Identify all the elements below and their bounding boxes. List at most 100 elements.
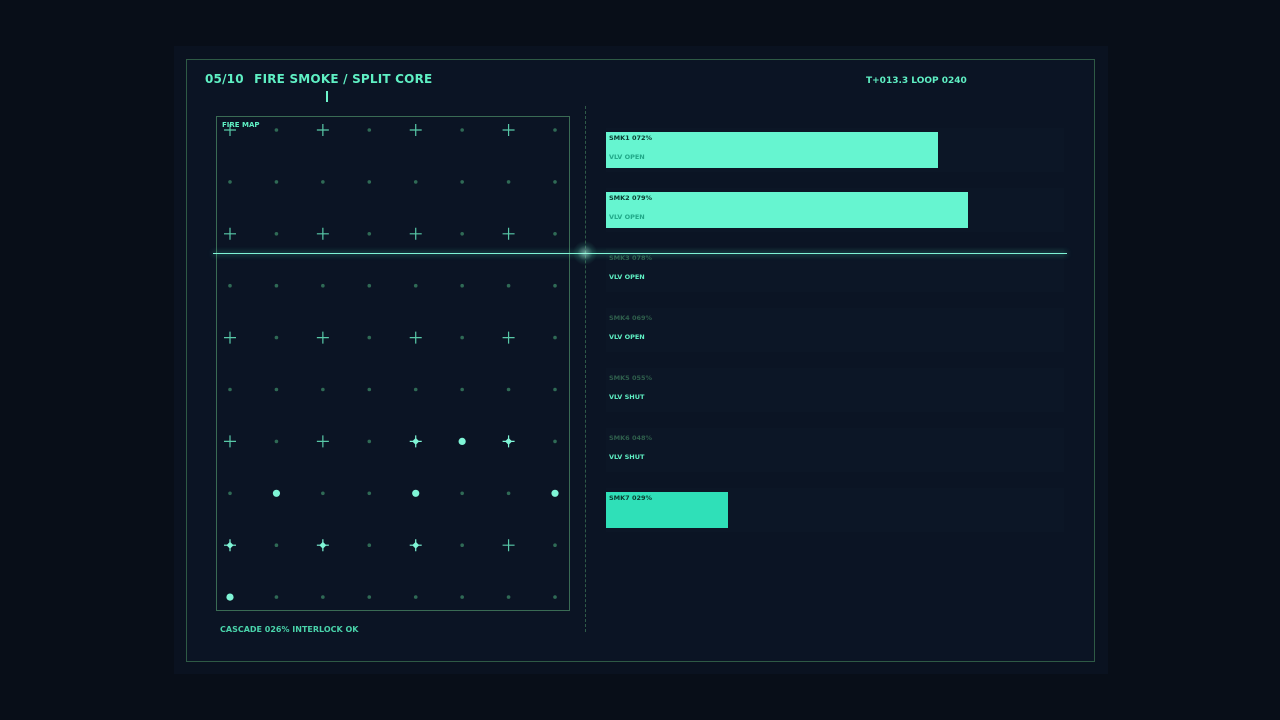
- map-cell-plus: [224, 435, 236, 448]
- map-cell-dot: [321, 491, 325, 496]
- map-cell-dot: [553, 283, 557, 288]
- map-cell-big: [458, 437, 466, 445]
- map-cell-dot: [228, 491, 232, 496]
- map-cell-dot: [413, 180, 418, 184]
- map-cell-star: [502, 435, 515, 448]
- map-cell-dot: [228, 387, 232, 392]
- valve-status: VLV SHUT: [609, 393, 645, 401]
- map-cell-dot: [274, 128, 279, 132]
- map-cell-plus: [502, 331, 515, 344]
- map-cell-dot: [553, 232, 557, 236]
- map-cell-dot: [274, 335, 279, 340]
- map-cell-dot: [274, 543, 279, 547]
- map-cell-plus: [409, 227, 422, 240]
- map-cell-dot: [274, 283, 279, 288]
- smoke-bar-track: [606, 368, 1064, 412]
- map-cell-dot: [413, 595, 418, 599]
- map-cell-plus: [409, 331, 422, 344]
- valve-status: VLV SHUT: [609, 453, 645, 461]
- smoke-channel-label: SMK4 069%: [609, 314, 653, 322]
- map-cell-dot: [460, 283, 464, 288]
- scan-line: [213, 252, 1067, 254]
- map-cell-dot: [228, 180, 232, 184]
- smoke-channel-label: SMK7 029%: [609, 494, 653, 502]
- map-cell-big: [226, 593, 234, 601]
- map-cell-dot: [553, 387, 557, 392]
- smoke-bar-track: [606, 248, 1064, 292]
- map-cell-dot: [413, 283, 418, 288]
- smoke-channel-label: SMK1 072%: [609, 134, 653, 142]
- map-cell-dot: [367, 128, 372, 132]
- map-cell-dot: [553, 543, 557, 547]
- map-cell-plus: [316, 227, 329, 240]
- map-cell-dot: [506, 491, 511, 496]
- map-cell-dot: [274, 595, 279, 599]
- smoke-bar-fill: [606, 132, 939, 168]
- map-cell-dot: [460, 232, 464, 236]
- map-cell-dot: [413, 387, 418, 392]
- map-cell-dot: [460, 180, 464, 184]
- map-cell-dot: [367, 491, 372, 496]
- map-cell-plus: [316, 331, 329, 344]
- smoke-channel-label: SMK5 055%: [609, 374, 653, 382]
- fire-map-grid: [224, 124, 559, 601]
- map-cell-dot: [460, 543, 464, 547]
- map-cell-dot: [553, 180, 557, 184]
- map-cell-dot: [460, 595, 464, 599]
- map-cell-plus: [502, 227, 515, 240]
- smoke-bar-track: [606, 308, 1064, 352]
- map-cell-dot: [460, 128, 464, 132]
- valve-status: VLV OPEN: [609, 273, 645, 281]
- map-cell-big: [551, 489, 559, 497]
- map-cell-dot: [321, 283, 325, 288]
- map-cell-dot: [553, 439, 557, 444]
- map-cell-dot: [460, 491, 464, 496]
- map-cell-plus: [502, 539, 515, 552]
- map-cell-dot: [506, 595, 511, 599]
- map-cell-plus: [409, 124, 422, 136]
- map-cell-dot: [506, 283, 511, 288]
- map-cell-star: [409, 539, 422, 552]
- smoke-bar-track: [606, 428, 1064, 472]
- map-cell-star: [316, 539, 329, 552]
- map-cell-plus: [502, 124, 515, 136]
- map-cell-dot: [321, 180, 325, 184]
- map-cell-dot: [274, 439, 279, 444]
- map-cell-dot: [367, 335, 372, 340]
- map-cell-star: [224, 539, 236, 552]
- map-cell-big: [272, 489, 281, 497]
- map-cell-dot: [228, 283, 232, 288]
- map-cell-big: [412, 489, 420, 497]
- valve-status: VLV OPEN: [609, 153, 645, 161]
- map-cell-plus: [316, 124, 329, 136]
- map-cell-dot: [321, 387, 325, 392]
- map-cell-dot: [274, 387, 279, 392]
- valve-status: VLV OPEN: [609, 333, 645, 341]
- map-cell-plus: [316, 435, 329, 448]
- valve-status: VLV OPEN: [609, 213, 645, 221]
- map-cell-dot: [367, 180, 372, 184]
- map-cell-plus: [224, 227, 236, 240]
- smoke-channel-label: SMK6 048%: [609, 434, 653, 442]
- smoke-bar-fill: [606, 192, 968, 228]
- map-cell-dot: [553, 595, 557, 599]
- panel-divider: [585, 106, 586, 632]
- map-cell-plus: [224, 331, 236, 344]
- map-cell-dot: [460, 387, 464, 392]
- smoke-channel-label: SMK2 079%: [609, 194, 653, 202]
- map-cell-dot: [553, 128, 557, 132]
- map-cell-dot: [553, 335, 557, 340]
- map-cell-dot: [367, 439, 372, 444]
- smoke-channel-label: SMK3 078%: [609, 254, 653, 262]
- map-cell-dot: [367, 387, 372, 392]
- map-cell-dot: [321, 595, 325, 599]
- map-cell-dot: [367, 283, 372, 288]
- map-cell-dot: [506, 180, 511, 184]
- map-cell-dot: [506, 387, 511, 392]
- status-footer: CASCADE 026% INTERLOCK OK: [220, 625, 359, 634]
- map-cell-dot: [367, 595, 372, 599]
- fire-map-label: FIRE MAP: [222, 121, 260, 129]
- map-cell-star: [409, 435, 422, 448]
- map-cell-dot: [367, 232, 372, 236]
- map-cell-dot: [460, 335, 464, 340]
